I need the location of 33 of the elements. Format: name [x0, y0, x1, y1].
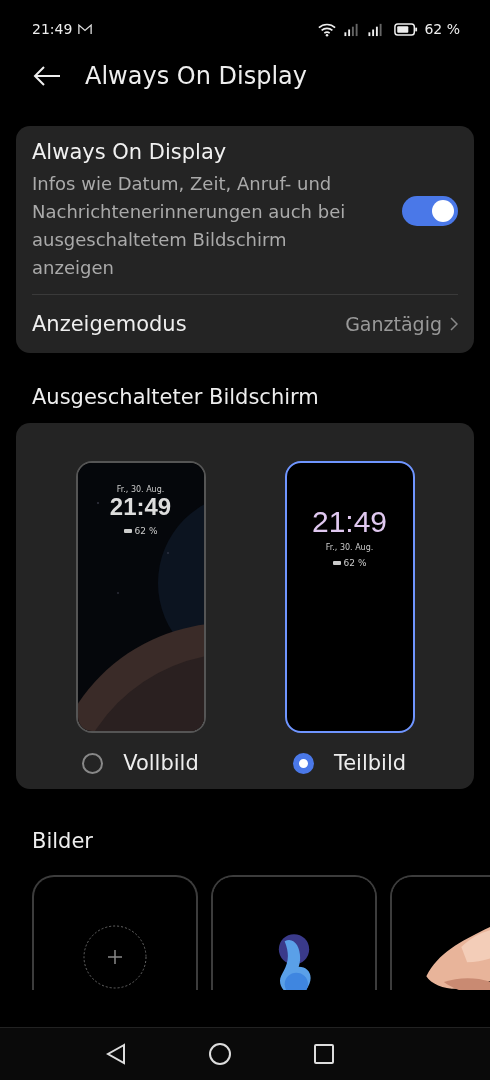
section-title: Bilder	[31, 829, 94, 853]
preview-time: 21:49	[311, 505, 388, 539]
home-nav-icon[interactable]	[208, 1042, 232, 1066]
screen-preview[interactable]: 21:49 Fr., 30. Aug. 62 %	[284, 461, 415, 733]
option-label: Teilbild	[333, 751, 407, 775]
mail-icon	[78, 23, 93, 35]
chevron-icon	[450, 317, 458, 331]
page-title: Always On Display	[85, 62, 307, 90]
setting-title: Always On Display	[32, 140, 228, 164]
status-time: 21:49	[32, 21, 73, 37]
preview-date: Fr., 30. Aug.	[325, 543, 374, 552]
signal-icon	[342, 21, 361, 37]
add-icon	[83, 925, 147, 989]
screen-preview[interactable]: Fr., 30. Aug. 21:49 62 %	[75, 461, 206, 733]
battery-percent: 62 %	[424, 21, 460, 37]
display-mode-row[interactable]: Anzeigemodus Ganztägig	[16, 295, 474, 353]
section-title: Ausgeschalteter Bildschirm	[31, 385, 320, 409]
signal-icon	[366, 21, 385, 37]
toggle-switch[interactable]	[402, 196, 458, 226]
preview-time: 21:49	[109, 494, 172, 521]
radio-button[interactable]	[292, 752, 314, 774]
wifi-icon	[318, 21, 337, 37]
setting-description: Infos wie Datum, Zeit, Anruf- und Nachrichtenerinnerungen auch bei ausgeschaltetem Bildschirm anzeigen	[32, 172, 347, 280]
back-button[interactable]	[33, 66, 61, 86]
image-tile[interactable]	[32, 875, 198, 990]
option-label: Vollbild	[123, 751, 199, 775]
battery-icon	[394, 22, 419, 36]
back-nav-icon[interactable]	[106, 1043, 126, 1065]
radio-button[interactable]	[82, 752, 104, 774]
preview-date: Fr., 30. Aug.	[116, 485, 165, 494]
preview-battery: 62 %	[332, 558, 367, 568]
preview-battery: 62 %	[123, 526, 158, 537]
recents-nav-icon[interactable]	[314, 1044, 334, 1064]
